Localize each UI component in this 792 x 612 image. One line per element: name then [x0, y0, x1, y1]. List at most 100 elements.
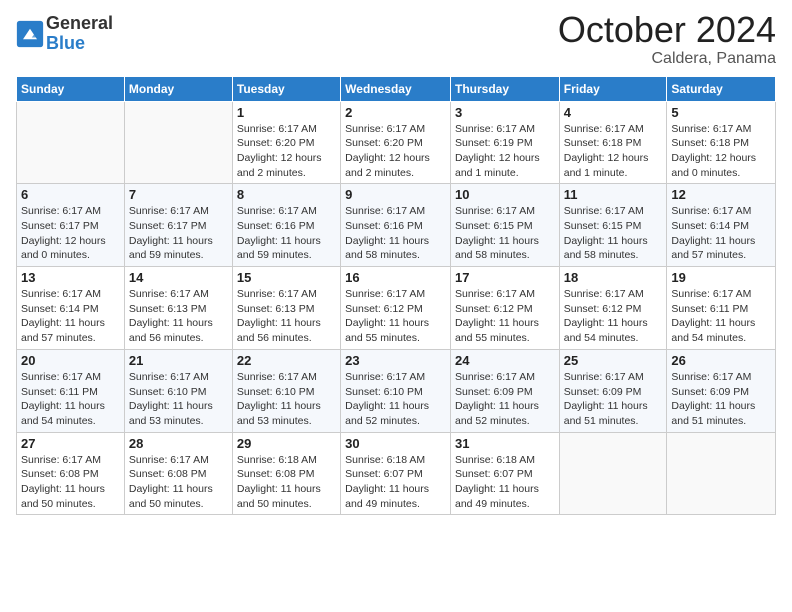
day-number: 15 — [237, 270, 336, 285]
day-number: 6 — [21, 187, 120, 202]
table-row: 21Sunrise: 6:17 AMSunset: 6:10 PMDayligh… — [124, 349, 232, 432]
day-info: Sunrise: 6:17 AMSunset: 6:11 PMDaylight:… — [671, 287, 771, 346]
table-row: 15 Sunrise: 6:17 AMSunset: 6:13 PMDayligh… — [232, 267, 340, 350]
table-row: 19 Sunrise: 6:17 AMSunset: 6:11 PMDayligh… — [667, 267, 776, 350]
table-row: 8Sunrise: 6:17 AMSunset: 6:16 PMDaylight… — [232, 184, 340, 267]
day-info: Sunrise: 6:17 AMSunset: 6:14 PMDaylight:… — [21, 287, 120, 346]
table-row: 22 Sunrise: 6:17 AMSunset: 6:10 PMDayligh… — [232, 349, 340, 432]
title-block: October 2024 Caldera, Panama — [558, 10, 776, 68]
day-info: Sunrise: 6:17 AMSunset: 6:09 PMDaylight:… — [455, 370, 555, 429]
logo-general-text: General — [46, 14, 113, 34]
day-number: 22 — [237, 353, 336, 368]
header-sunday: Sunday — [17, 76, 125, 101]
day-number: 18 — [564, 270, 663, 285]
table-row: 27Sunrise: 6:17 AMSunset: 6:08 PMDayligh… — [17, 432, 125, 515]
table-row: 14 Sunrise: 6:17 AMSunset: 6:13 PMDayligh… — [124, 267, 232, 350]
day-info: Sunrise: 6:17 AMSunset: 6:12 PMDaylight:… — [564, 287, 663, 346]
logo: General Blue — [16, 14, 113, 54]
day-number: 19 — [671, 270, 771, 285]
table-row: 24 Sunrise: 6:17 AMSunset: 6:09 PMDayligh… — [450, 349, 559, 432]
table-row: 2 Sunrise: 6:17 AMSunset: 6:20 PMDaylight… — [341, 101, 451, 184]
day-info: Sunrise: 6:18 AMSunset: 6:08 PMDaylight:… — [237, 453, 336, 512]
month-title: October 2024 — [558, 10, 776, 50]
day-info: Sunrise: 6:17 AMSunset: 6:10 PMDaylight:… — [129, 370, 228, 429]
day-info: Sunrise: 6:18 AMSunset: 6:07 PMDaylight:… — [455, 453, 555, 512]
day-info: Sunrise: 6:17 AMSunset: 6:20 PMDaylight:… — [237, 122, 336, 181]
header-tuesday: Tuesday — [232, 76, 340, 101]
day-number: 13 — [21, 270, 120, 285]
day-info: Sunrise: 6:17 AMSunset: 6:13 PMDaylight:… — [237, 287, 336, 346]
table-row — [667, 432, 776, 515]
location: Caldera, Panama — [558, 50, 776, 68]
day-info: Sunrise: 6:17 AMSunset: 6:10 PMDaylight:… — [345, 370, 446, 429]
table-row: 5Sunrise: 6:17 AMSunset: 6:18 PMDaylight… — [667, 101, 776, 184]
day-number: 31 — [455, 436, 555, 451]
day-number: 26 — [671, 353, 771, 368]
header-saturday: Saturday — [667, 76, 776, 101]
table-row: 3 Sunrise: 6:17 AMSunset: 6:19 PMDaylight… — [450, 101, 559, 184]
table-row — [17, 101, 125, 184]
day-number: 1 — [237, 105, 336, 120]
logo-blue-text: Blue — [46, 34, 113, 54]
table-row — [124, 101, 232, 184]
day-number: 27 — [21, 436, 120, 451]
logo-icon — [16, 20, 44, 48]
table-row: 13 Sunrise: 6:17 AMSunset: 6:14 PMDayligh… — [17, 267, 125, 350]
table-row: 9Sunrise: 6:17 AMSunset: 6:16 PMDaylight… — [341, 184, 451, 267]
day-number: 3 — [455, 105, 555, 120]
day-number: 8 — [237, 187, 336, 202]
day-info: Sunrise: 6:17 AMSunset: 6:20 PMDaylight:… — [345, 122, 446, 181]
header-thursday: Thursday — [450, 76, 559, 101]
table-row: 26 Sunrise: 6:17 AMSunset: 6:09 PMDayligh… — [667, 349, 776, 432]
day-number: 5 — [671, 105, 771, 120]
day-number: 4 — [564, 105, 663, 120]
table-row: 23Sunrise: 6:17 AMSunset: 6:10 PMDayligh… — [341, 349, 451, 432]
day-number: 2 — [345, 105, 446, 120]
table-row: 1 Sunrise: 6:17 AMSunset: 6:20 PMDaylight… — [232, 101, 340, 184]
day-info: Sunrise: 6:17 AMSunset: 6:12 PMDaylight:… — [455, 287, 555, 346]
header-friday: Friday — [559, 76, 667, 101]
day-info: Sunrise: 6:17 AMSunset: 6:17 PMDaylight:… — [129, 204, 228, 263]
day-number: 20 — [21, 353, 120, 368]
day-info: Sunrise: 6:17 AMSunset: 6:13 PMDaylight:… — [129, 287, 228, 346]
day-info: Sunrise: 6:17 AMSunset: 6:17 PMDaylight:… — [21, 204, 120, 263]
table-row: 18 Sunrise: 6:17 AMSunset: 6:12 PMDayligh… — [559, 267, 667, 350]
day-number: 16 — [345, 270, 446, 285]
day-info: Sunrise: 6:17 AMSunset: 6:09 PMDaylight:… — [564, 370, 663, 429]
table-row: 25 Sunrise: 6:17 AMSunset: 6:09 PMDayligh… — [559, 349, 667, 432]
header-wednesday: Wednesday — [341, 76, 451, 101]
day-info: Sunrise: 6:17 AMSunset: 6:12 PMDaylight:… — [345, 287, 446, 346]
table-row: 17 Sunrise: 6:17 AMSunset: 6:12 PMDayligh… — [450, 267, 559, 350]
weekday-header-row: Sunday Monday Tuesday Wednesday Thursday… — [17, 76, 776, 101]
table-row: 20 Sunrise: 6:17 AMSunset: 6:11 PMDayligh… — [17, 349, 125, 432]
header-monday: Monday — [124, 76, 232, 101]
table-row: 16 Sunrise: 6:17 AMSunset: 6:12 PMDayligh… — [341, 267, 451, 350]
table-row: 30Sunrise: 6:18 AMSunset: 6:07 PMDayligh… — [341, 432, 451, 515]
day-number: 12 — [671, 187, 771, 202]
day-info: Sunrise: 6:17 AMSunset: 6:16 PMDaylight:… — [345, 204, 446, 263]
day-info: Sunrise: 6:17 AMSunset: 6:18 PMDaylight:… — [564, 122, 663, 181]
day-info: Sunrise: 6:17 AMSunset: 6:11 PMDaylight:… — [21, 370, 120, 429]
day-info: Sunrise: 6:17 AMSunset: 6:10 PMDaylight:… — [237, 370, 336, 429]
day-number: 24 — [455, 353, 555, 368]
table-row: 12 Sunrise: 6:17 AMSunset: 6:14 PMDayligh… — [667, 184, 776, 267]
week-row-2: 6 Sunrise: 6:17 AMSunset: 6:17 PMDaylight… — [17, 184, 776, 267]
day-info: Sunrise: 6:17 AMSunset: 6:19 PMDaylight:… — [455, 122, 555, 181]
table-row: 4 Sunrise: 6:17 AMSunset: 6:18 PMDaylight… — [559, 101, 667, 184]
day-info: Sunrise: 6:18 AMSunset: 6:07 PMDaylight:… — [345, 453, 446, 512]
table-row: 7 Sunrise: 6:17 AMSunset: 6:17 PMDaylight… — [124, 184, 232, 267]
table-row — [559, 432, 667, 515]
day-number: 7 — [129, 187, 228, 202]
day-number: 14 — [129, 270, 228, 285]
day-info: Sunrise: 6:17 AMSunset: 6:15 PMDaylight:… — [564, 204, 663, 263]
day-info: Sunrise: 6:17 AMSunset: 6:14 PMDaylight:… — [671, 204, 771, 263]
table-row: 29 Sunrise: 6:18 AMSunset: 6:08 PMDayligh… — [232, 432, 340, 515]
day-number: 29 — [237, 436, 336, 451]
day-number: 17 — [455, 270, 555, 285]
week-row-1: 1 Sunrise: 6:17 AMSunset: 6:20 PMDaylight… — [17, 101, 776, 184]
day-info: Sunrise: 6:17 AMSunset: 6:08 PMDaylight:… — [129, 453, 228, 512]
day-number: 28 — [129, 436, 228, 451]
day-number: 11 — [564, 187, 663, 202]
day-info: Sunrise: 6:17 AMSunset: 6:09 PMDaylight:… — [671, 370, 771, 429]
day-number: 25 — [564, 353, 663, 368]
